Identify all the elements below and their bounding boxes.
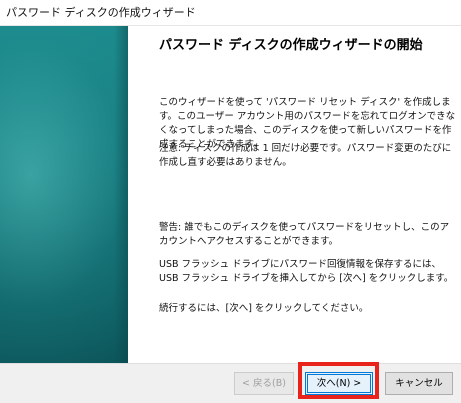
next-button-focus-ring [307,374,371,393]
window-title: パスワード ディスクの作成ウィザード [6,6,196,19]
continue-paragraph: 続行するには、[次へ] をクリックしてください。 [159,303,369,314]
next-button[interactable]: 次へ(N) > [305,372,373,395]
warning-paragraph: 警告: 誰でもこのディスクを使ってパスワードをリセットし、このアカウントへアクセ… [159,222,450,247]
back-button: < 戻る(B) [234,372,294,395]
wizard-side-banner [0,26,128,363]
wizard-content: パスワード ディスクの作成ウィザードの開始 このウィザードを使って 'パスワード… [128,26,461,363]
title-bar[interactable]: パスワード ディスクの作成ウィザード [0,0,461,26]
page-title: パスワード ディスクの作成ウィザードの開始 [159,38,423,53]
cancel-button[interactable]: キャンセル [385,372,453,395]
usb-paragraph: USB フラッシュ ドライブにパスワード回復情報を保存するには、USB フラッシ… [159,259,454,284]
note-paragraph: 注意: ディスクの作成は 1 回だけ必要です。パスワード変更のたびに作成し直す必… [159,143,452,168]
password-reset-wizard-window: パスワード ディスクの作成ウィザード パスワード ディスクの作成ウィザードの開始… [0,0,461,403]
banner-sheen [0,26,128,363]
banner-edge [114,26,128,363]
button-bar: < 戻る(B) 次へ(N) > キャンセル [0,363,461,403]
